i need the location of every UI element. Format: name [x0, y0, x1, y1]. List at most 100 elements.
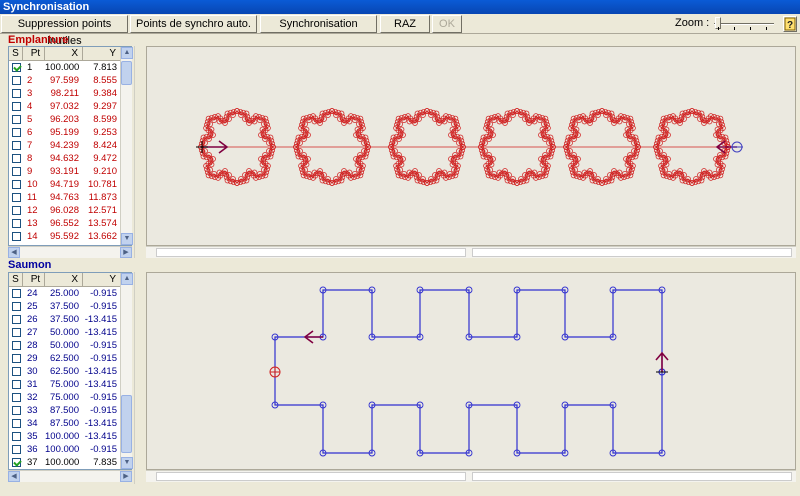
table-row[interactable]: 10 94.719 10.781	[9, 178, 131, 191]
table-row[interactable]: 31 75.000 -13.415	[9, 378, 131, 391]
checkbox[interactable]	[11, 458, 21, 467]
table-row[interactable]: 12 96.028 12.571	[9, 204, 131, 217]
col-y[interactable]: Y	[83, 47, 121, 60]
checkbox[interactable]	[11, 432, 21, 441]
arrow-right-icon[interactable]: ▶	[120, 247, 132, 258]
select-checkbox[interactable]	[9, 430, 23, 443]
select-checkbox[interactable]	[9, 178, 23, 191]
arrow-down-icon[interactable]: ▼	[121, 457, 133, 469]
checkbox[interactable]	[11, 289, 21, 298]
select-checkbox[interactable]	[9, 100, 23, 113]
col-x[interactable]: X	[45, 47, 83, 60]
select-checkbox[interactable]	[9, 378, 23, 391]
emplanture-canvas-hscroll[interactable]	[146, 246, 796, 258]
col-pt[interactable]: Pt	[23, 273, 45, 286]
saumon-canvas[interactable]	[146, 272, 796, 470]
emplanture-vscroll-thumb[interactable]	[121, 61, 132, 85]
checkbox[interactable]	[11, 232, 21, 241]
select-checkbox[interactable]	[9, 152, 23, 165]
table-row[interactable]: 14 95.592 13.662	[9, 230, 131, 243]
table-row[interactable]: 6 95.199 9.253	[9, 126, 131, 139]
checkbox[interactable]	[11, 315, 21, 324]
saumon-vscroll-thumb[interactable]	[121, 395, 132, 453]
synchronisation-button[interactable]: Synchronisation	[260, 15, 377, 33]
emplanture-hscroll-thumb[interactable]	[156, 248, 466, 257]
table-row[interactable]: 8 94.632 9.472	[9, 152, 131, 165]
select-checkbox[interactable]	[9, 230, 23, 243]
table-row[interactable]: 36 100.000 -0.915	[9, 443, 131, 456]
select-checkbox[interactable]	[9, 417, 23, 430]
table-row[interactable]: 29 62.500 -0.915	[9, 352, 131, 365]
checkbox[interactable]	[11, 102, 21, 111]
col-pt[interactable]: Pt	[23, 47, 45, 60]
table-row[interactable]: 33 87.500 -0.915	[9, 404, 131, 417]
arrow-up-icon[interactable]: ▲	[121, 47, 133, 59]
table-row[interactable]: 25 37.500 -0.915	[9, 300, 131, 313]
help-button[interactable]: ?	[783, 16, 797, 32]
arrow-right-icon[interactable]: ▶	[120, 471, 132, 482]
select-checkbox[interactable]	[9, 139, 23, 152]
table-row[interactable]: 35 100.000 -13.415	[9, 430, 131, 443]
checkbox[interactable]	[11, 167, 21, 176]
select-checkbox[interactable]	[9, 113, 23, 126]
emplanture-table-hscroll[interactable]: ◀ ▶	[8, 246, 132, 258]
checkbox[interactable]	[11, 406, 21, 415]
saumon-table-hscroll[interactable]: ◀ ▶	[8, 470, 132, 482]
table-row[interactable]: 5 96.203 8.599	[9, 113, 131, 126]
table-row[interactable]: 37 100.000 7.835	[9, 456, 131, 469]
checkbox[interactable]	[11, 154, 21, 163]
select-checkbox[interactable]	[9, 300, 23, 313]
emplanture-hscroll-track[interactable]	[472, 248, 792, 257]
table-row[interactable]: 9 93.191 9.210	[9, 165, 131, 178]
select-checkbox[interactable]	[9, 87, 23, 100]
zoom-slider[interactable]	[711, 17, 777, 31]
emplanture-canvas[interactable]	[146, 46, 796, 246]
checkbox[interactable]	[11, 219, 21, 228]
saumon-vscroll[interactable]: ▲ ▼	[120, 273, 133, 469]
table-row[interactable]: 26 37.500 -13.415	[9, 313, 131, 326]
emplanture-splitter[interactable]	[134, 46, 144, 258]
select-checkbox[interactable]	[9, 74, 23, 87]
checkbox[interactable]	[11, 341, 21, 350]
col-y[interactable]: Y	[83, 273, 121, 286]
select-checkbox[interactable]	[9, 217, 23, 230]
select-checkbox[interactable]	[9, 204, 23, 217]
arrow-up-icon[interactable]: ▲	[121, 273, 133, 285]
checkbox[interactable]	[11, 180, 21, 189]
table-row[interactable]: 7 94.239 8.424	[9, 139, 131, 152]
checkbox[interactable]	[11, 76, 21, 85]
ok-button[interactable]: OK	[432, 15, 462, 33]
sync-auto-button[interactable]: Points de synchro auto.	[130, 15, 257, 33]
select-checkbox[interactable]	[9, 326, 23, 339]
col-s[interactable]: S	[9, 273, 23, 286]
table-row[interactable]: 13 96.552 13.574	[9, 217, 131, 230]
table-row[interactable]: 30 62.500 -13.415	[9, 365, 131, 378]
emplanture-vscroll[interactable]: ▲ ▼	[120, 47, 133, 245]
arrow-left-icon[interactable]: ◀	[8, 247, 20, 258]
table-row[interactable]: 27 50.000 -13.415	[9, 326, 131, 339]
table-row[interactable]: 2 97.599 8.555	[9, 74, 131, 87]
checkbox[interactable]	[11, 141, 21, 150]
checkbox[interactable]	[11, 328, 21, 337]
select-checkbox[interactable]	[9, 352, 23, 365]
select-checkbox[interactable]	[9, 391, 23, 404]
table-row[interactable]: 24 25.000 -0.915	[9, 287, 131, 300]
checkbox[interactable]	[11, 419, 21, 428]
arrow-left-icon[interactable]: ◀	[8, 471, 20, 482]
saumon-hscroll-track[interactable]	[472, 472, 792, 481]
saumon-splitter[interactable]	[134, 272, 144, 484]
select-checkbox[interactable]	[9, 313, 23, 326]
col-s[interactable]: S	[9, 47, 23, 60]
select-checkbox[interactable]	[9, 191, 23, 204]
table-row[interactable]: 4 97.032 9.297	[9, 100, 131, 113]
raz-button[interactable]: RAZ	[380, 15, 430, 33]
table-row[interactable]: 11 94.763 11.873	[9, 191, 131, 204]
checkbox[interactable]	[11, 63, 21, 72]
checkbox[interactable]	[11, 393, 21, 402]
checkbox[interactable]	[11, 206, 21, 215]
col-x[interactable]: X	[45, 273, 83, 286]
select-checkbox[interactable]	[9, 126, 23, 139]
suppress-points-button[interactable]: Suppression points inutiles	[1, 15, 128, 47]
table-row[interactable]: 1 100.000 7.813	[9, 61, 131, 74]
table-row[interactable]: 28 50.000 -0.915	[9, 339, 131, 352]
